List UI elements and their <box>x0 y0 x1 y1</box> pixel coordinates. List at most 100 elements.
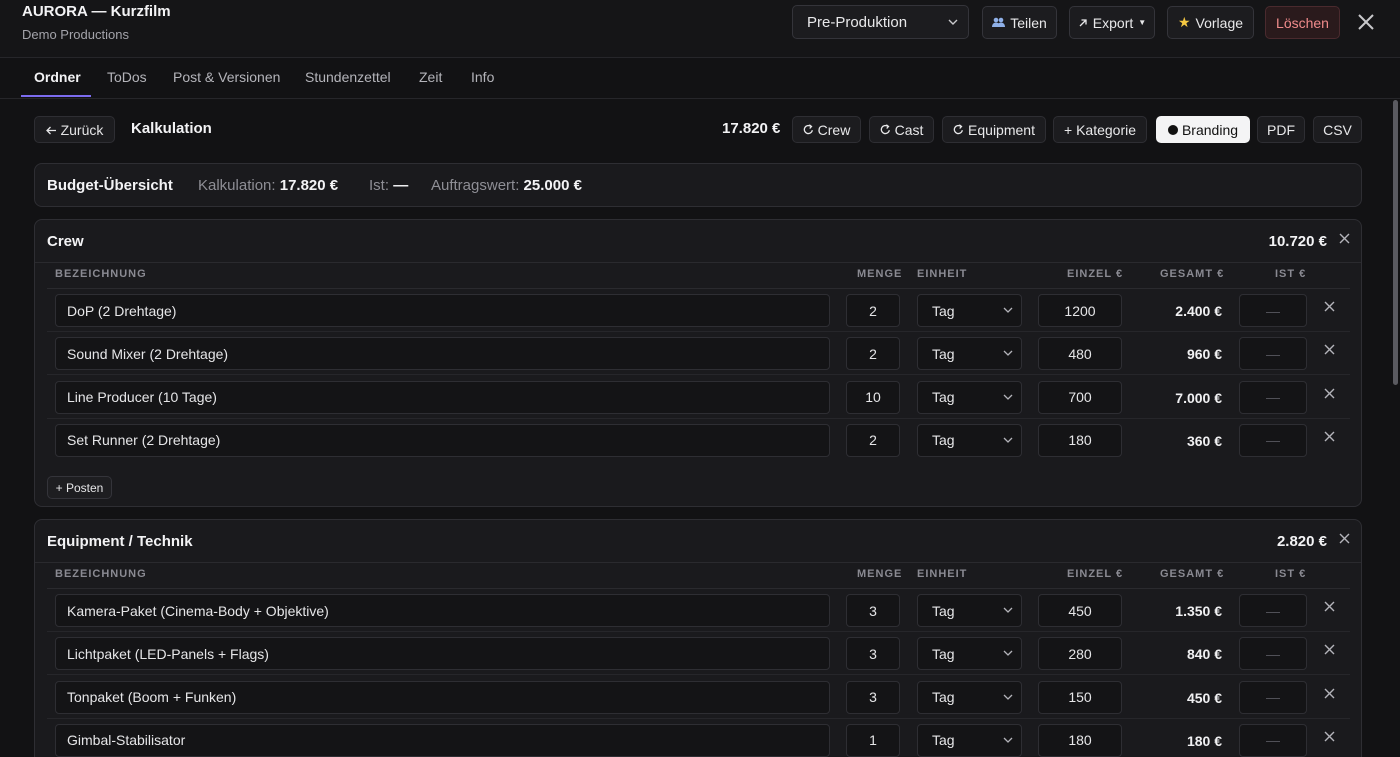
item-name-input[interactable]: Gimbal-Stabilisator <box>55 723 830 757</box>
actual-cost-input[interactable]: — <box>1239 423 1307 457</box>
unit-price-input[interactable]: 180 <box>1038 723 1122 757</box>
item-name-input[interactable]: Tonpaket (Boom + Funken) <box>55 680 830 714</box>
tab-bar: Ordner ToDos Post & Versionen Stundenzet… <box>0 58 1400 99</box>
item-name-input[interactable]: Kamera-Paket (Cinema-Body + Objektive) <box>55 594 830 627</box>
unit-select[interactable]: Tag <box>917 637 1022 671</box>
table-row: Line Producer (10 Tage) 10 Tag 700 7.000 € — <box>35 376 1361 419</box>
refresh-equipment-button[interactable]: Equipment <box>942 116 1046 143</box>
budget-order-amount: 25.000 € <box>523 177 582 194</box>
pdf-button[interactable]: PDF <box>1257 116 1305 143</box>
quantity-input[interactable]: 1 <box>846 723 900 757</box>
unit-select[interactable]: Tag <box>917 423 1022 457</box>
tab-todos[interactable]: ToDos <box>107 69 147 85</box>
delete-row-icon[interactable] <box>1324 729 1335 747</box>
remove-category-icon[interactable] <box>1339 231 1350 249</box>
column-header-total: GESAMT € <box>1160 268 1225 280</box>
delete-row-icon[interactable] <box>1324 342 1335 360</box>
unit-value: Tag <box>932 345 955 362</box>
unit-price-input[interactable]: 1200 <box>1038 294 1122 327</box>
calculation-total: 17.820 € <box>722 120 781 137</box>
status-select[interactable]: Pre-Produktion <box>792 5 969 39</box>
close-icon[interactable] <box>1354 8 1378 36</box>
actual-cost-input[interactable]: — <box>1239 680 1307 714</box>
unit-select[interactable]: Tag <box>917 680 1022 714</box>
quantity-input[interactable]: 3 <box>846 594 900 627</box>
actual-cost-input[interactable]: — <box>1239 380 1307 414</box>
refresh-cast-button[interactable]: Cast <box>869 116 934 143</box>
item-name-input[interactable]: Lichtpaket (LED-Panels + Flags) <box>55 637 830 671</box>
item-name-input[interactable]: Set Runner (2 Drehtage) <box>55 423 830 457</box>
scrollbar[interactable] <box>1393 100 1398 385</box>
budget-actual-label: Ist: <box>369 177 390 194</box>
actual-cost-input[interactable]: — <box>1239 294 1307 327</box>
column-header-qty: MENGE <box>857 568 903 580</box>
add-category-button[interactable]: + Kategorie <box>1053 116 1147 143</box>
budget-actual: Ist: — <box>369 177 408 194</box>
row-total: 2.400 € <box>1175 303 1222 319</box>
unit-price-input[interactable]: 180 <box>1038 423 1122 457</box>
caret-down-icon: ▼ <box>1138 18 1147 27</box>
delete-row-icon[interactable] <box>1324 429 1335 447</box>
tab-stundenzettel[interactable]: Stundenzettel <box>305 69 391 85</box>
unit-price-input[interactable]: 280 <box>1038 637 1122 671</box>
refresh-crew-button[interactable]: Crew <box>792 116 861 143</box>
template-button[interactable]: ★ Vorlage <box>1167 6 1254 39</box>
delete-row-icon[interactable] <box>1324 386 1335 404</box>
item-name-input[interactable]: Line Producer (10 Tage) <box>55 380 830 414</box>
export-button[interactable]: Export ▼ <box>1069 6 1155 39</box>
actual-cost-input[interactable]: — <box>1239 723 1307 757</box>
quantity-input[interactable]: 10 <box>846 380 900 414</box>
remove-category-icon[interactable] <box>1339 531 1350 549</box>
add-item-button[interactable]: + Posten <box>47 476 112 499</box>
unit-select[interactable]: Tag <box>917 723 1022 757</box>
budget-calculation-value: 17.820 € <box>279 177 339 194</box>
category-crew: Crew 10.720 € BEZEICHNUNG MENGE EINHEIT EINZE… <box>34 219 1362 507</box>
unit-price-input[interactable]: 480 <box>1038 337 1122 371</box>
unit-value: Tag <box>932 689 955 706</box>
delete-row-icon[interactable] <box>1324 642 1335 660</box>
delete-row-icon[interactable] <box>1324 686 1335 704</box>
quantity-input[interactable]: 2 <box>846 423 900 457</box>
delete-row-icon[interactable] <box>1324 599 1335 617</box>
quantity-input[interactable]: 3 <box>846 637 900 671</box>
item-name-input[interactable]: DoP (2 Drehtage) <box>55 294 830 327</box>
csv-button[interactable]: CSV <box>1313 116 1362 143</box>
chevron-down-icon <box>1003 648 1013 659</box>
tab-post-versionen[interactable]: Post & Versionen <box>173 69 280 85</box>
quantity-input[interactable]: 3 <box>846 680 900 714</box>
tab-zeit[interactable]: Zeit <box>419 69 442 85</box>
actual-cost-input[interactable]: — <box>1239 337 1307 371</box>
branding-button[interactable]: Branding <box>1156 116 1250 143</box>
actual-cost-input[interactable]: — <box>1239 637 1307 671</box>
unit-value: Tag <box>932 302 955 319</box>
row-total: 840 € <box>1186 646 1222 663</box>
delete-button[interactable]: Löschen <box>1265 6 1340 39</box>
share-button[interactable]: Teilen <box>982 6 1057 39</box>
actual-cost-input[interactable]: — <box>1239 594 1307 627</box>
chevron-down-icon <box>1003 392 1013 403</box>
quantity-input[interactable]: 2 <box>846 294 900 327</box>
item-name-input[interactable]: Sound Mixer (2 Drehtage) <box>55 337 830 371</box>
tab-info[interactable]: Info <box>471 69 494 85</box>
back-label: Zurück <box>60 121 104 138</box>
column-header-unit: EINHEIT <box>917 268 968 280</box>
back-button[interactable]: Zurück <box>34 116 115 143</box>
unit-price-input[interactable]: 700 <box>1038 380 1122 414</box>
equipment-label: Equipment <box>968 121 1035 138</box>
chevron-down-icon <box>1003 735 1013 746</box>
unit-select[interactable]: Tag <box>917 294 1022 327</box>
delete-row-icon[interactable] <box>1324 299 1335 317</box>
unit-price-input[interactable]: 450 <box>1038 594 1122 627</box>
unit-select[interactable]: Tag <box>917 337 1022 371</box>
unit-value: Tag <box>932 645 955 662</box>
top-bar: AURORA — Kurzfilm Demo Productions Pre-P… <box>0 0 1400 58</box>
refresh-icon <box>880 122 891 138</box>
unit-price-input[interactable]: 150 <box>1038 680 1122 714</box>
unit-select[interactable]: Tag <box>917 594 1022 627</box>
budget-actual-value: — <box>393 177 409 194</box>
unit-select[interactable]: Tag <box>917 380 1022 414</box>
quantity-input[interactable]: 2 <box>846 337 900 371</box>
page-title: Kalkulation <box>131 120 212 137</box>
circle-icon <box>1167 124 1178 135</box>
tab-ordner[interactable]: Ordner <box>34 69 81 85</box>
